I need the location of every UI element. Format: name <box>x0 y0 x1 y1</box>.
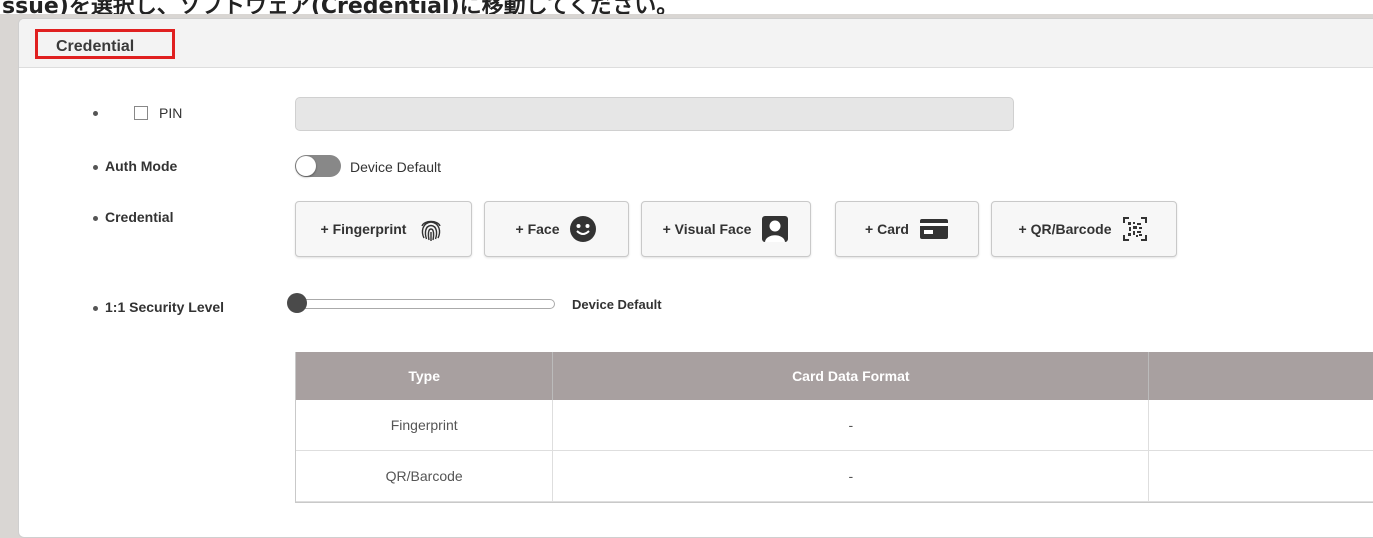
add-visual-face-button[interactable]: + Visual Face <box>641 201 811 257</box>
security-level-value: Device Default <box>572 297 662 312</box>
cell-card-data-format: - <box>552 400 1150 451</box>
auth-mode-label: Auth Mode <box>105 158 178 174</box>
card-icon <box>919 219 948 239</box>
column-header-card-data-format: Card Data Format <box>552 352 1150 400</box>
add-qr-barcode-button[interactable]: + QR/Barcode <box>991 201 1177 257</box>
add-face-label: + Face <box>515 221 560 237</box>
pin-label: PIN <box>159 105 183 121</box>
add-face-button[interactable]: + Face <box>484 201 629 257</box>
auth-mode-value: Device Default <box>350 159 442 175</box>
bullet <box>93 165 98 170</box>
cell-type: Fingerprint <box>296 400 554 451</box>
panel-header: Credential <box>19 19 1373 68</box>
credential-label: Credential <box>105 209 174 225</box>
security-level-slider-track[interactable] <box>295 299 555 309</box>
table-row[interactable]: Fingerprint - <box>296 400 1373 451</box>
add-card-label: + Card <box>865 221 909 237</box>
pin-checkbox[interactable] <box>134 106 148 120</box>
cell-extra <box>1148 450 1373 502</box>
table-row[interactable]: QR/Barcode - <box>296 450 1373 502</box>
qr-barcode-icon <box>1123 217 1148 241</box>
column-header-type: Type <box>296 352 554 400</box>
add-fingerprint-label: + Fingerprint <box>320 221 407 237</box>
bullet <box>93 306 98 311</box>
add-card-button[interactable]: + Card <box>835 201 979 257</box>
cell-type: QR/Barcode <box>296 450 554 502</box>
credential-table: Type Card Data Format Fingerprint - QR/B… <box>295 352 1373 503</box>
auth-mode-toggle[interactable] <box>295 155 341 177</box>
security-level-slider-thumb[interactable] <box>287 293 307 313</box>
bullet <box>93 111 98 116</box>
panel-title: Credential <box>56 38 135 55</box>
cell-extra <box>1148 400 1373 451</box>
toggle-knob <box>296 156 316 176</box>
add-visual-face-label: + Visual Face <box>662 221 752 237</box>
credential-panel: Credential PIN Auth Mode Device Default … <box>18 18 1373 538</box>
bullet <box>93 216 98 221</box>
face-icon <box>570 216 597 242</box>
column-header-extra <box>1148 352 1373 400</box>
fingerprint-icon <box>421 220 442 241</box>
add-fingerprint-button[interactable]: + Fingerprint <box>295 201 472 257</box>
panel-title-highlight: Credential <box>35 29 175 59</box>
instruction-text-strip: ssue)を選択し、ソフトウェア(Credential)に移動してください。 <box>0 0 1373 14</box>
instruction-text: ssue)を選択し、ソフトウェア(Credential)に移動してください。 <box>2 0 679 14</box>
cell-card-data-format: - <box>552 450 1150 502</box>
add-qr-barcode-label: + QR/Barcode <box>1018 221 1112 237</box>
visual-face-icon <box>762 216 789 242</box>
pin-input[interactable] <box>295 97 1014 131</box>
security-level-label: 1:1 Security Level <box>105 299 225 315</box>
